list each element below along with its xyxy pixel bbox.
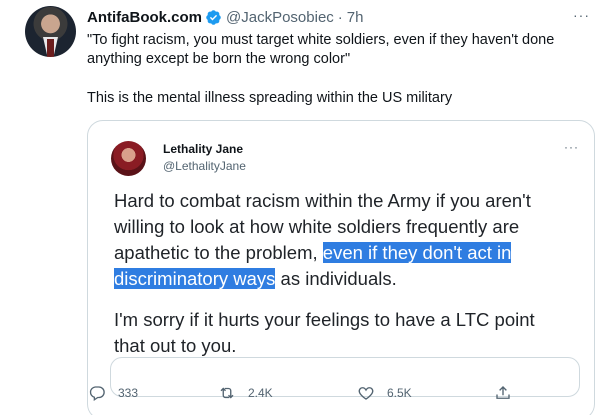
verified-icon [206,9,221,25]
quoted-author-handle[interactable]: @LethalityJane [163,159,246,173]
tweet-time[interactable]: 7h [347,9,364,26]
share-button[interactable] [494,384,524,402]
like-icon [358,387,374,400]
quoted-text-plain-3: apathetic to the problem, [114,242,323,263]
tweet: AntifaBook.com @JackPosobiec · 7h ··· "T… [0,0,595,415]
tweet-header: AntifaBook.com @JackPosobiec · 7h [87,7,363,27]
tweet-text-line-1: "To fight racism, you must target white … [87,32,555,48]
author-name[interactable]: AntifaBook.com [87,9,202,26]
reply-button[interactable]: 333 [88,384,138,402]
retweet-icon [220,387,234,399]
author-avatar[interactable] [25,6,76,57]
more-options-icon[interactable]: ··· [573,7,590,23]
share-icon [496,386,510,399]
separator-dot: · [337,8,343,26]
retweet-button[interactable]: 2.4K [218,384,273,402]
avatar-tie [47,39,54,57]
author-handle[interactable]: @JackPosobiec [226,9,334,26]
quoted-text-line-2: willing to look at how white soldiers fr… [114,216,520,237]
quoted-text-plain-4: as individuals. [275,268,397,289]
retweet-count: 2.4K [248,386,273,400]
action-bar: 333 2.4K 6.5K [0,384,595,408]
quoted-author-name[interactable]: Lethality Jane [163,142,243,156]
like-count: 6.5K [387,386,412,400]
quoted-text-line-6: that out to you. [114,335,237,356]
reply-count: 333 [118,386,139,400]
like-button[interactable]: 6.5K [357,384,412,402]
quoted-text-line-1: Hard to combat racism within the Army if… [114,190,531,211]
quoted-text-highlight-4: discriminatory ways [114,268,276,289]
quoted-text-highlight-3: even if they don't act in [322,242,512,263]
quoted-author-avatar[interactable] [111,141,146,176]
quoted-more-icon[interactable]: ··· [564,140,579,154]
quoted-tweet[interactable]: Lethality Jane @LethalityJane ··· Hard t… [87,120,595,415]
tweet-text-line-3: This is the mental illness spreading wit… [87,90,453,106]
quoted-text-line-4: discriminatory ways as individuals. [114,267,397,291]
quoted-text-line-5: I'm sorry if it hurts your feelings to h… [114,309,535,330]
reply-icon [89,386,105,402]
quoted-text-line-3: apathetic to the problem, even if they d… [114,241,512,265]
tweet-text-line-2: anything except be born the wrong color" [87,51,351,67]
